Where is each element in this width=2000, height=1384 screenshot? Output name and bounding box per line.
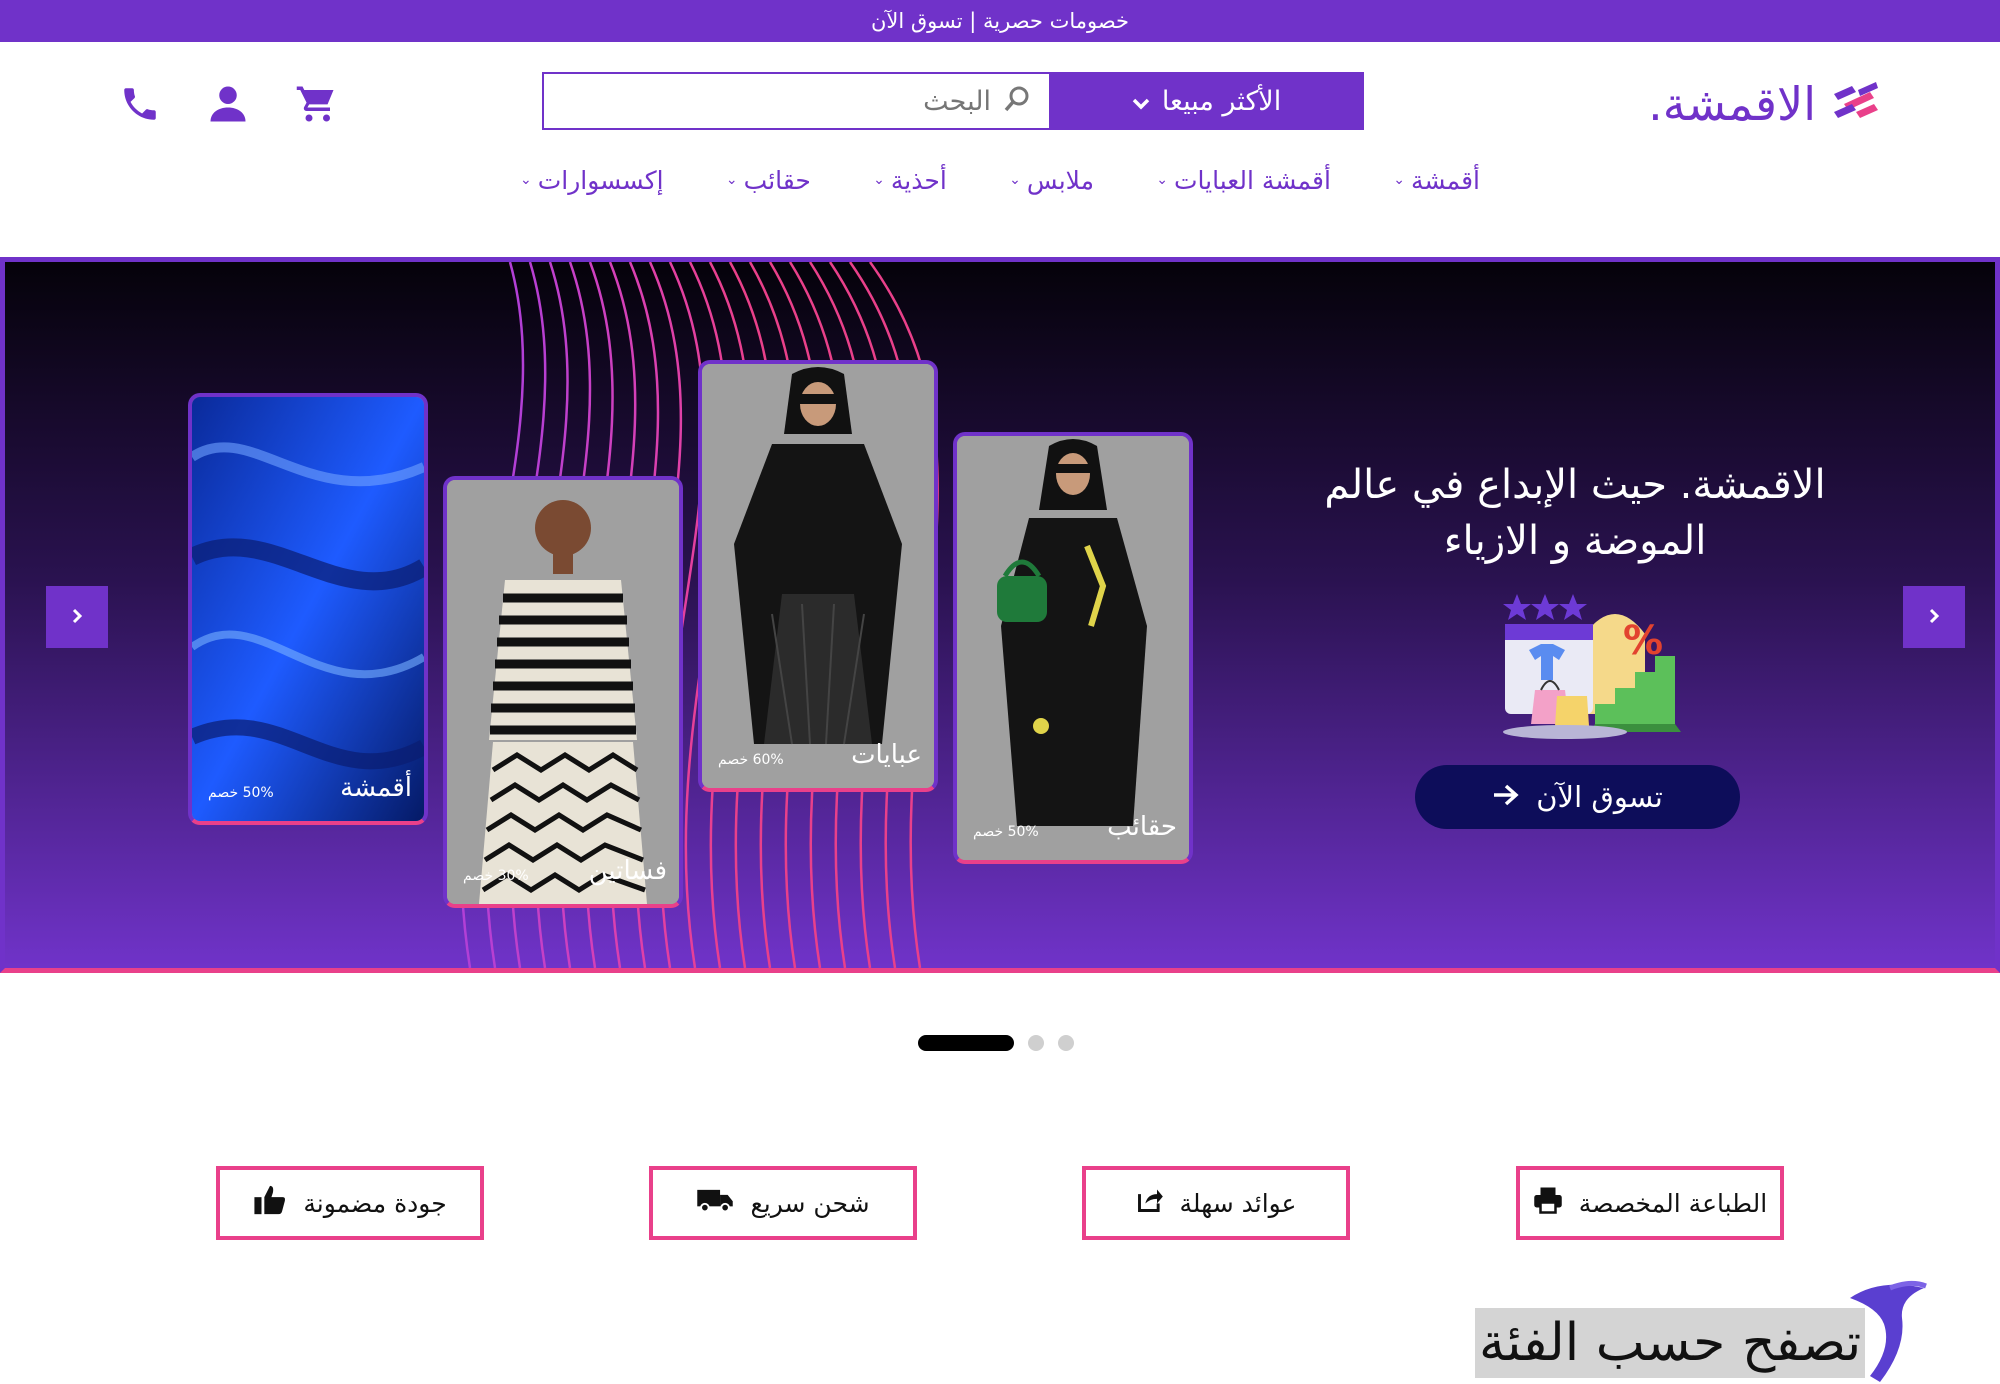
truck-icon [696,1187,734,1219]
card-discount: 50% خصم [973,824,1039,840]
logo-text: الاقمشة. [1648,77,1816,131]
slider-pagination [918,1035,1074,1051]
cart-icon[interactable] [294,81,338,127]
main-nav: أقمشة ⌄ أقمشة العبايات ⌄ ملابس ⌄ أحذية ⌄… [520,158,1480,202]
nav-item-label: حقائب [743,165,811,195]
chevron-right-icon [1927,602,1941,632]
nav-item-clothes[interactable]: ملابس ⌄ [1009,166,1094,195]
blue-satin-image [192,397,424,821]
nav-item-label: إكسسوارات [537,165,664,195]
search-icon[interactable] [1003,85,1031,117]
browse-by-category-heading: تصفح حسب الفئة [1475,1308,1866,1378]
slider-next-button[interactable] [1903,586,1965,648]
nav-item-fabrics[interactable]: أقمشة ⌄ [1393,166,1480,195]
card-discount: 30% خصم [463,868,529,884]
category-card-bags[interactable]: حقائب 50% خصم [953,432,1193,864]
hero-slider: أقمشة 50% خصم فساتين 30% خصم عبايات 60% … [0,257,2000,973]
shop-now-button[interactable]: تسوق الآن [1415,765,1740,829]
share-icon [1136,1187,1164,1219]
arrow-right-icon [1492,780,1520,814]
category-card-fabrics[interactable]: أقمشة 50% خصم [188,393,428,825]
feature-label: شحن سريع [750,1188,870,1218]
announcement-text[interactable]: خصومات حصرية | تسوق الآن [871,9,1129,33]
nav-item-label: أحذية [890,165,947,195]
nav-item-bags[interactable]: حقائب ⌄ [726,166,811,195]
nav-item-abaya-fabrics[interactable]: أقمشة العبايات ⌄ [1156,166,1331,195]
feature-guaranteed-quality: جودة مضمونة [216,1166,484,1240]
thumbs-up-icon [253,1183,287,1223]
shop-now-label: تسوق الآن [1536,780,1663,814]
header-actions [118,76,338,132]
card-title: أقمشة [340,773,412,803]
card-title: فساتين [588,856,667,886]
feature-label: جودة مضمونة [303,1188,447,1218]
search-bar: الأكثر مبيعا [542,72,1364,130]
phone-icon[interactable] [118,81,162,127]
shopping-illustration: % [1503,594,1681,739]
chevron-down-icon: ⌄ [725,172,738,188]
nav-item-label: أقمشة [1410,165,1480,195]
model-striped-dress-image [447,480,679,904]
chevron-down-icon [1132,86,1150,117]
logo-icon [1830,82,1880,126]
feature-easy-returns: عوائد سهلة [1082,1166,1350,1240]
section-title: تصفح حسب الفئة [1479,1313,1862,1373]
chevron-down-icon: ⌄ [1393,172,1405,188]
hero-headline: الاقمشة. حيث الإبداع في عالم الموضة و ال… [1324,462,1826,564]
nav-item-label: ملابس [1026,165,1094,195]
feature-fast-shipping: شحن سريع [649,1166,917,1240]
announcement-bar[interactable]: خصومات حصرية | تسوق الآن [0,0,2000,42]
chevron-down-icon: ⌄ [873,172,885,188]
card-discount: 60% خصم [718,752,784,768]
feature-label: الطباعة المخصصة [1578,1188,1768,1218]
search-input[interactable] [562,85,991,117]
chevron-down-icon: ⌄ [1009,172,1021,188]
nav-item-accessories[interactable]: إكسسوارات ⌄ [520,166,664,195]
card-discount: 50% خصم [208,785,274,801]
category-card-dresses[interactable]: فساتين 30% خصم [443,476,683,908]
slider-dot[interactable] [1028,1035,1044,1051]
feature-custom-printing: الطباعة المخصصة [1516,1166,1784,1240]
decorative-ribbon-icon [1850,1280,1927,1382]
slider-prev-button[interactable] [46,586,108,648]
model-abaya-handbag-image [957,436,1189,860]
printer-icon [1533,1186,1563,1220]
nav-item-shoes[interactable]: أحذية ⌄ [873,166,947,195]
feature-label: عوائد سهلة [1179,1188,1297,1218]
chevron-down-icon: ⌄ [520,172,532,188]
card-title: حقائب [1107,812,1177,842]
chevron-left-icon [70,602,84,632]
card-title: عبايات [851,740,922,770]
category-card-abayas[interactable]: عبايات 60% خصم [698,360,938,792]
chevron-down-icon: ⌄ [1156,172,1168,188]
search-field[interactable] [542,72,1049,130]
nav-item-label: أقمشة العبايات [1174,165,1331,195]
model-black-abaya-image [702,364,934,788]
bestseller-dropdown[interactable]: الأكثر مبيعا [1049,72,1364,130]
user-account-icon[interactable] [206,81,250,127]
site-logo[interactable]: الاقمشة. [1610,72,1880,136]
bestseller-label: الأكثر مبيعا [1161,85,1282,117]
slider-dot[interactable] [1058,1035,1074,1051]
slider-dot-active[interactable] [918,1035,1014,1051]
